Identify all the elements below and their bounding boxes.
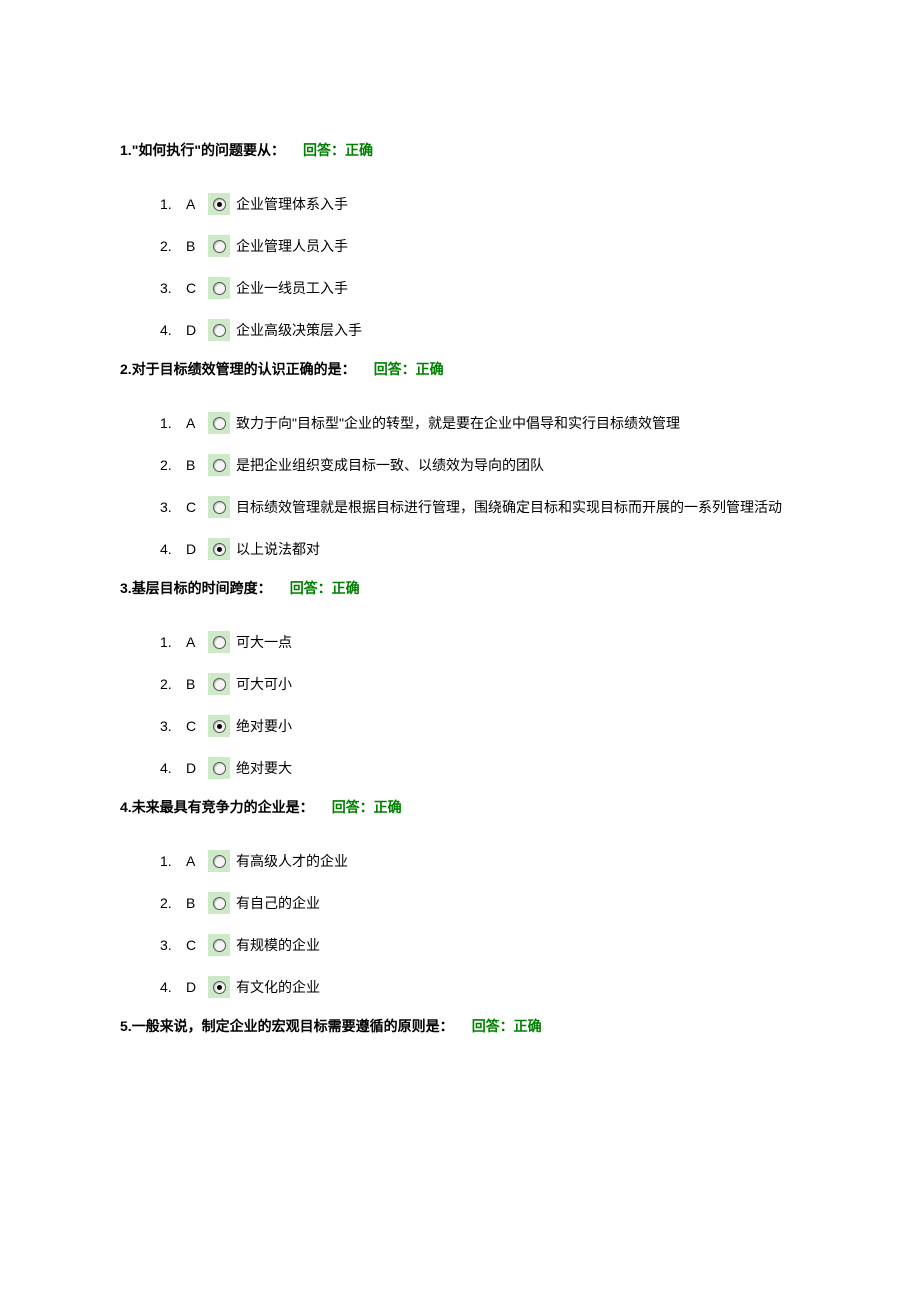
radio-selected-icon[interactable] [208, 193, 230, 215]
options-list: A 有高级人才的企业 B 有自己的企业 C 有规模的企业 D 有文化的企业 [120, 848, 800, 1000]
option-item: D 以上说法都对 [160, 536, 800, 562]
question-number: 3. [120, 580, 132, 596]
option-letter: B [186, 890, 208, 916]
question-block: 5.一般来说，制定企业的宏观目标需要遵循的原则是： 回答：正确 [120, 1016, 800, 1037]
option-item: C 目标绩效管理就是根据目标进行管理，围绕确定目标和实现目标而开展的一系列管理活动 [160, 494, 800, 520]
option-item: D 绝对要大 [160, 755, 800, 781]
option-text: 企业高级决策层入手 [236, 317, 362, 343]
option-text: 企业一线员工入手 [236, 275, 348, 301]
option-letter: C [186, 494, 208, 520]
option-letter: B [186, 452, 208, 478]
option-text: 有自己的企业 [236, 890, 320, 916]
answer-status: 回答：正确 [472, 1018, 542, 1034]
radio-selected-icon[interactable] [208, 715, 230, 737]
question-stem: 1."如何执行"的问题要从： 回答：正确 [120, 140, 800, 161]
question-stem: 3.基层目标的时间跨度： 回答：正确 [120, 578, 800, 599]
option-item: C 绝对要小 [160, 713, 800, 739]
option-item: A 企业管理体系入手 [160, 191, 800, 217]
options-list: A 可大一点 B 可大可小 C 绝对要小 D 绝对要大 [120, 629, 800, 781]
option-letter: D [186, 536, 208, 562]
option-letter: C [186, 713, 208, 739]
question-block: 4.未来最具有竞争力的企业是： 回答：正确 A 有高级人才的企业 B 有自己的企业 C 有规模… [120, 797, 800, 1000]
radio-unselected-icon[interactable] [208, 850, 230, 872]
option-item: B 企业管理人员入手 [160, 233, 800, 259]
option-letter: D [186, 317, 208, 343]
option-item: A 致力于向"目标型"企业的转型，就是要在企业中倡导和实行目标绩效管理 [160, 410, 800, 436]
answer-status: 回答：正确 [303, 142, 373, 158]
option-letter: A [186, 191, 208, 217]
option-letter: A [186, 629, 208, 655]
option-text: 致力于向"目标型"企业的转型，就是要在企业中倡导和实行目标绩效管理 [236, 410, 680, 436]
option-letter: A [186, 410, 208, 436]
question-number: 4. [120, 799, 132, 815]
option-text: 绝对要大 [236, 755, 292, 781]
answer-status: 回答：正确 [332, 799, 402, 815]
option-text: 是把企业组织变成目标一致、以绩效为导向的团队 [236, 452, 544, 478]
radio-unselected-icon[interactable] [208, 496, 230, 518]
option-letter: C [186, 932, 208, 958]
option-text: 以上说法都对 [236, 536, 320, 562]
radio-unselected-icon[interactable] [208, 757, 230, 779]
option-letter: C [186, 275, 208, 301]
option-text: 可大一点 [236, 629, 292, 655]
option-item: B 有自己的企业 [160, 890, 800, 916]
option-letter: B [186, 671, 208, 697]
radio-unselected-icon[interactable] [208, 454, 230, 476]
question-block: 1."如何执行"的问题要从： 回答：正确 A 企业管理体系入手 B 企业管理人员入手 C 企业… [120, 140, 800, 343]
option-letter: A [186, 848, 208, 874]
radio-unselected-icon[interactable] [208, 934, 230, 956]
option-item: A 可大一点 [160, 629, 800, 655]
quiz-document: 1."如何执行"的问题要从： 回答：正确 A 企业管理体系入手 B 企业管理人员入手 C 企业… [120, 140, 800, 1037]
radio-unselected-icon[interactable] [208, 892, 230, 914]
question-number: 5. [120, 1018, 132, 1034]
option-item: B 可大可小 [160, 671, 800, 697]
option-item: C 企业一线员工入手 [160, 275, 800, 301]
option-item: D 有文化的企业 [160, 974, 800, 1000]
question-text: 一般来说，制定企业的宏观目标需要遵循的原则是： [132, 1018, 454, 1034]
option-text: 可大可小 [236, 671, 292, 697]
options-list: A 致力于向"目标型"企业的转型，就是要在企业中倡导和实行目标绩效管理 B 是把企业组… [120, 410, 800, 562]
option-letter: D [186, 755, 208, 781]
question-text: 未来最具有竞争力的企业是： [132, 799, 314, 815]
radio-unselected-icon[interactable] [208, 412, 230, 434]
question-stem: 2.对于目标绩效管理的认识正确的是： 回答：正确 [120, 359, 800, 380]
question-text: 对于目标绩效管理的认识正确的是： [132, 361, 356, 377]
option-letter: B [186, 233, 208, 259]
question-number: 2. [120, 361, 132, 377]
answer-status: 回答：正确 [290, 580, 360, 596]
option-text: 有规模的企业 [236, 932, 320, 958]
radio-unselected-icon[interactable] [208, 277, 230, 299]
option-item: C 有规模的企业 [160, 932, 800, 958]
option-text: 企业管理体系入手 [236, 191, 348, 217]
question-number: 1. [120, 142, 132, 158]
radio-unselected-icon[interactable] [208, 319, 230, 341]
option-text: 绝对要小 [236, 713, 292, 739]
option-text: 企业管理人员入手 [236, 233, 348, 259]
option-text: 有文化的企业 [236, 974, 320, 1000]
options-list: A 企业管理体系入手 B 企业管理人员入手 C 企业一线员工入手 D 企业高级决策层入手 [120, 191, 800, 343]
question-text: 基层目标的时间跨度： [132, 580, 272, 596]
radio-selected-icon[interactable] [208, 538, 230, 560]
answer-status: 回答：正确 [374, 361, 444, 377]
question-block: 2.对于目标绩效管理的认识正确的是： 回答：正确 A 致力于向"目标型"企业的转型，就… [120, 359, 800, 562]
option-item: D 企业高级决策层入手 [160, 317, 800, 343]
option-text: 目标绩效管理就是根据目标进行管理，围绕确定目标和实现目标而开展的一系列管理活动 [236, 494, 782, 520]
option-text: 有高级人才的企业 [236, 848, 348, 874]
radio-selected-icon[interactable] [208, 976, 230, 998]
question-stem: 5.一般来说，制定企业的宏观目标需要遵循的原则是： 回答：正确 [120, 1016, 800, 1037]
option-item: B 是把企业组织变成目标一致、以绩效为导向的团队 [160, 452, 800, 478]
radio-unselected-icon[interactable] [208, 235, 230, 257]
radio-unselected-icon[interactable] [208, 631, 230, 653]
radio-unselected-icon[interactable] [208, 673, 230, 695]
option-item: A 有高级人才的企业 [160, 848, 800, 874]
option-letter: D [186, 974, 208, 1000]
question-text: "如何执行"的问题要从： [132, 142, 285, 158]
question-block: 3.基层目标的时间跨度： 回答：正确 A 可大一点 B 可大可小 C 绝对要小 D 绝对要大 [120, 578, 800, 781]
question-stem: 4.未来最具有竞争力的企业是： 回答：正确 [120, 797, 800, 818]
